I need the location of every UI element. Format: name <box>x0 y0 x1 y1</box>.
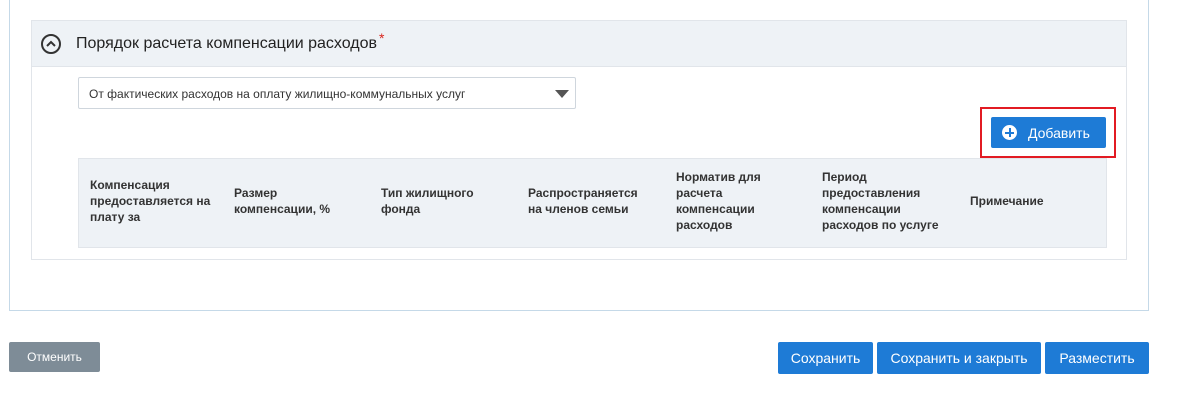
dropdown-arrow-icon <box>555 90 569 98</box>
publish-button[interactable]: Разместить <box>1045 342 1149 374</box>
add-button-label: Добавить <box>1028 125 1090 141</box>
column-header: Тип жилищного фонда <box>381 186 474 216</box>
select-value: От фактических расходов на оплату жилищн… <box>89 87 466 101</box>
save-and-close-button[interactable]: Сохранить и закрыть <box>877 342 1041 374</box>
section-title: Порядок расчета компенсации расходов * <box>76 30 384 53</box>
column-header: Период предоставления компенсации расход… <box>822 170 939 232</box>
plus-circle-icon <box>1002 125 1017 140</box>
compensation-section: Порядок расчета компенсации расходов * От… <box>31 20 1127 260</box>
column-header: Норматив для расчета компенсации расходо… <box>676 170 761 232</box>
section-title-text: Порядок расчета компенсации расходов <box>76 35 378 52</box>
column-header: Распространяется на членов семьи <box>528 186 638 216</box>
column-header: Примечание <box>970 194 1044 208</box>
section-header: Порядок расчета компенсации расходов * <box>32 21 1126 67</box>
chevron-up-icon[interactable] <box>41 34 61 54</box>
column-header: Размер компенсации, % <box>234 186 331 216</box>
save-button[interactable]: Сохранить <box>778 342 873 374</box>
table-header: Компенсация предоставляется на плату за … <box>78 158 1107 248</box>
column-header: Компенсация предоставляется на плату за <box>90 178 211 224</box>
cancel-button[interactable]: Отменить <box>9 342 100 372</box>
add-button[interactable]: Добавить <box>991 117 1106 148</box>
required-mark: * <box>379 30 385 46</box>
calculation-method-select[interactable]: От фактических расходов на оплату жилищн… <box>78 77 576 109</box>
